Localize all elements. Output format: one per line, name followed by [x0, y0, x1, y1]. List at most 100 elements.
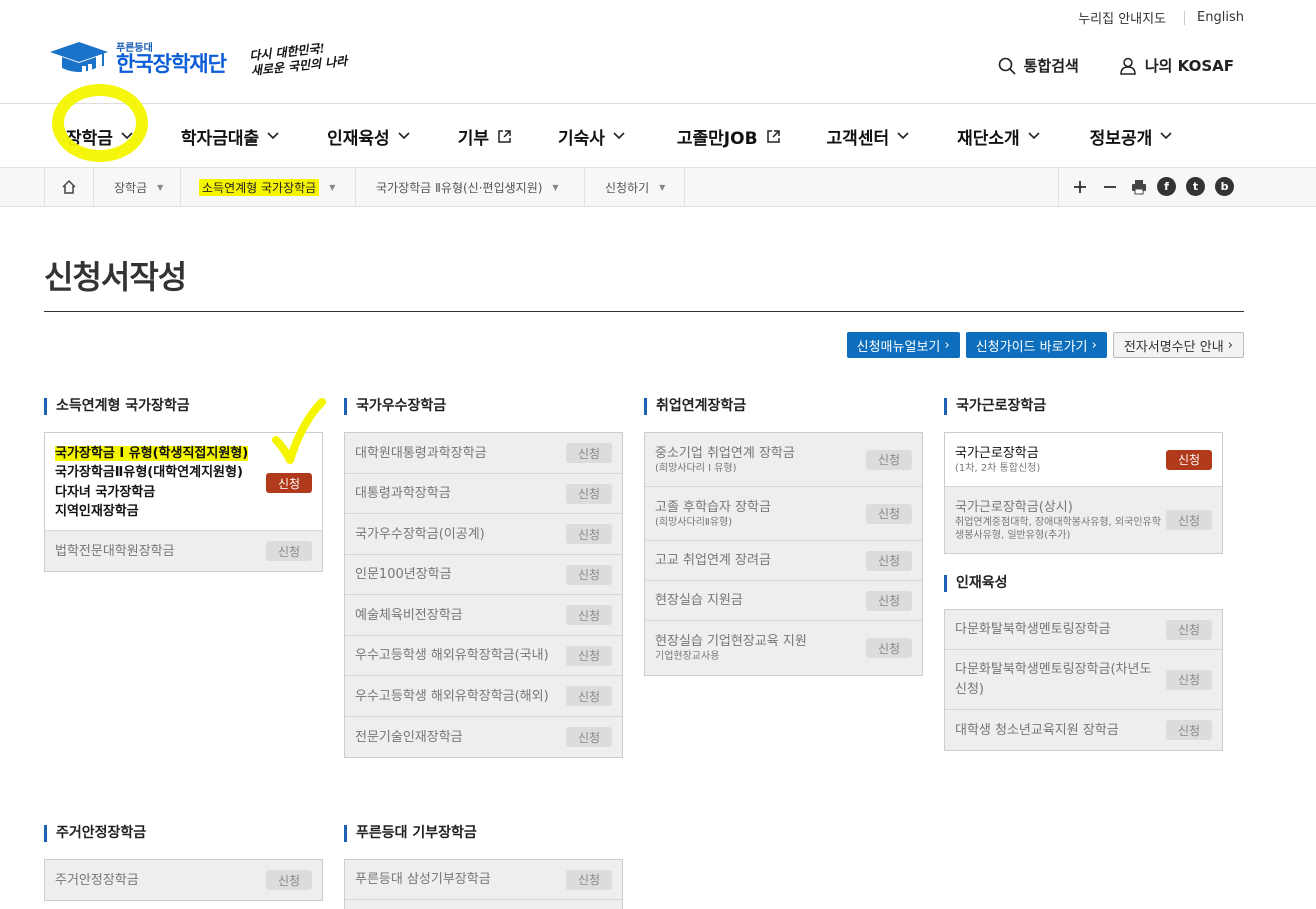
item-label: 현장실습 기업현장교육 지원	[655, 634, 807, 649]
apply-button[interactable]: 신청	[1166, 720, 1212, 740]
apply-button[interactable]: 신청	[566, 645, 612, 666]
list-item[interactable]: 국가근로장학금(상시) 취업연계중점대학, 장애대학봉사유형, 외국인유학생봉사유…	[945, 487, 1222, 553]
breadcrumb-label: 소득연계형 국가장학금	[199, 178, 320, 196]
twitter-icon[interactable]: t	[1186, 177, 1205, 196]
search-label: 통합검색	[1023, 57, 1079, 75]
home-button[interactable]	[44, 168, 94, 206]
breadcrumb-label: 신청하기	[605, 180, 650, 195]
list-item[interactable]: 국가우수장학금(이공계) 신청	[345, 514, 622, 555]
chevron-down-icon	[1028, 132, 1040, 140]
zoom-in-button[interactable]	[1073, 180, 1087, 194]
button-label: 신청가이드 바로가기	[975, 339, 1088, 355]
list-item[interactable]: 대학생 청소년교육지원 장학금 신청	[945, 710, 1222, 750]
button-label: 신청매뉴얼보기	[856, 339, 941, 355]
apply-button[interactable]: 신청	[866, 638, 912, 658]
nav-about[interactable]: 재단소개	[957, 124, 1040, 149]
external-link-icon	[766, 129, 780, 143]
nav-label: 학자금대출	[180, 128, 260, 149]
apply-button[interactable]: 신청	[1166, 449, 1212, 470]
page-title: 신청서작성	[44, 258, 187, 296]
apply-button[interactable]: 신청	[566, 443, 612, 463]
apply-button[interactable]: 신청	[566, 727, 612, 747]
sitemap-link[interactable]: 누리집 안내지도	[1078, 8, 1166, 27]
list-item[interactable]: 현장실습 기업현장교육 지원기업현장교사용 신청	[645, 621, 922, 675]
list-item[interactable]: 다문화탈북학생멘토링장학금 신청	[945, 610, 1222, 650]
list-item	[345, 900, 622, 909]
list-item[interactable]: 예술체육비전장학금 신청	[345, 595, 622, 636]
scholarship-box: 다문화탈북학생멘토링장학금 신청 다문화탈북학생멘토링장학금(차년도 신청) 신청 …	[944, 609, 1223, 751]
list-item[interactable]: 현장실습 지원금 신청	[645, 581, 922, 621]
item-label: 푸른등대 삼성기부장학금	[355, 872, 491, 887]
breadcrumb-item-3[interactable]: 국가장학금 Ⅱ유형(신·편입생지원) ▼	[356, 168, 585, 206]
apply-button[interactable]: 신청	[1166, 669, 1212, 690]
nav-job[interactable]: 고졸만JOB	[677, 124, 781, 149]
apply-button[interactable]: 신청	[566, 564, 612, 585]
list-item[interactable]: 대통령과학장학금 신청	[345, 474, 622, 514]
apply-button[interactable]: 신청	[266, 541, 312, 561]
caret-down-icon: ▼	[157, 182, 164, 192]
breadcrumb-item-1[interactable]: 장학금 ▼	[94, 168, 181, 206]
facebook-icon[interactable]: f	[1157, 177, 1176, 196]
print-button[interactable]	[1131, 179, 1147, 195]
apply-button[interactable]: 신청	[566, 605, 612, 625]
list-item[interactable]: 전문기술인재장학금 신청	[345, 717, 622, 757]
list-item[interactable]: 법학전문대학원장학금 신청	[45, 531, 322, 571]
apply-button[interactable]: 신청	[566, 686, 612, 706]
nav-loan[interactable]: 학자금대출	[181, 124, 279, 149]
apply-button[interactable]: 신청	[866, 449, 912, 470]
list-item[interactable]: 고교 취업연계 장려금 신청	[645, 541, 922, 581]
guide-button[interactable]: 신청가이드 바로가기 ›	[965, 332, 1107, 358]
list-item[interactable]: 대학원대통령과학장학금 신청	[345, 433, 622, 474]
list-item[interactable]: 주거안정장학금 신청	[45, 860, 322, 900]
nav-info[interactable]: 정보공개	[1090, 124, 1173, 149]
nav-dormitory[interactable]: 기숙사	[558, 124, 625, 149]
apply-button[interactable]: 신청	[1166, 510, 1212, 530]
item-label: 국가근로장학금(상시)	[955, 499, 1073, 515]
item-sub-label: 기업현장교사용	[655, 651, 720, 662]
apply-button[interactable]: 신청	[566, 524, 612, 544]
list-item[interactable]: 인문100년장학금 신청	[345, 555, 622, 595]
list-item[interactable]: 우수고등학생 해외유학장학금(국내) 신청	[345, 636, 622, 676]
apply-button[interactable]: 신청	[566, 869, 612, 890]
apply-button[interactable]: 신청	[866, 550, 912, 571]
apply-button[interactable]: 신청	[266, 473, 312, 493]
apply-button[interactable]: 신청	[866, 503, 912, 524]
nav-talent[interactable]: 인재육성	[327, 124, 410, 149]
slogan: 다시 대한민국! 새로운 국민의 나라	[249, 39, 348, 79]
list-item[interactable]: 고졸 후학습자 장학금 (희망사다리Ⅱ유형) 신청	[645, 487, 922, 541]
chevron-right-icon: ›	[944, 337, 950, 353]
apply-button[interactable]: 신청	[266, 870, 312, 890]
esign-button[interactable]: 전자서명수단 안내 ›	[1112, 332, 1244, 358]
scholarship-box: 중소기업 취업연계 장학금 (희망사다리 I 유형) 신청 고졸 후학습자 장학금(…	[644, 432, 923, 676]
item-label: 법학전문대학원장학금	[55, 543, 175, 559]
nav-customer[interactable]: 고객센터	[827, 124, 910, 149]
breadcrumb-item-4[interactable]: 신청하기 ▼	[585, 168, 685, 206]
section-title: 푸른등대 기부장학금	[344, 825, 477, 842]
my-kosaf-button[interactable]: 나의 KOSAF	[1119, 55, 1234, 76]
search-button[interactable]: 통합검색	[998, 55, 1079, 76]
blog-icon[interactable]: b	[1215, 177, 1234, 196]
apply-button[interactable]: 신청	[1166, 619, 1212, 640]
plus-icon	[1074, 180, 1086, 193]
list-item[interactable]: 중소기업 취업연계 장학금 (희망사다리 I 유형) 신청	[645, 433, 922, 487]
english-link[interactable]: English	[1197, 10, 1244, 25]
item-label: 우수고등학생 해외유학장학금(국내)	[355, 648, 549, 663]
caret-down-icon: ▼	[552, 182, 559, 192]
apply-button[interactable]: 신청	[866, 590, 912, 611]
list-item[interactable]: 푸른등대 삼성기부장학금 신청	[345, 860, 622, 900]
apply-button[interactable]: 신청	[566, 483, 612, 504]
item-sub-label: (희망사다리Ⅱ유형)	[655, 516, 733, 528]
zoom-out-button[interactable]	[1103, 180, 1117, 194]
chevron-down-icon	[1160, 132, 1172, 140]
breadcrumb-item-2[interactable]: 소득연계형 국가장학금 ▼	[181, 168, 356, 206]
list-item[interactable]: 다문화탈북학생멘토링장학금(차년도 신청) 신청	[945, 650, 1222, 710]
section-title: 국가우수장학금	[344, 398, 446, 415]
nav-donation[interactable]: 기부	[458, 124, 512, 149]
list-item[interactable]: 우수고등학생 해외유학장학금(해외) 신청	[345, 676, 622, 717]
manual-button[interactable]: 신청매뉴얼보기 ›	[846, 332, 960, 358]
nav-label: 고졸만JOB	[676, 128, 758, 149]
site-logo[interactable]: 푸른등대 한국장학재단	[48, 40, 227, 78]
list-item[interactable]: 국가근로장학금 (1차, 2차 통합신청) 신청	[945, 433, 1222, 487]
caret-down-icon: ▼	[659, 182, 666, 192]
utility-bar: 누리집 안내지도 English	[1078, 8, 1244, 27]
